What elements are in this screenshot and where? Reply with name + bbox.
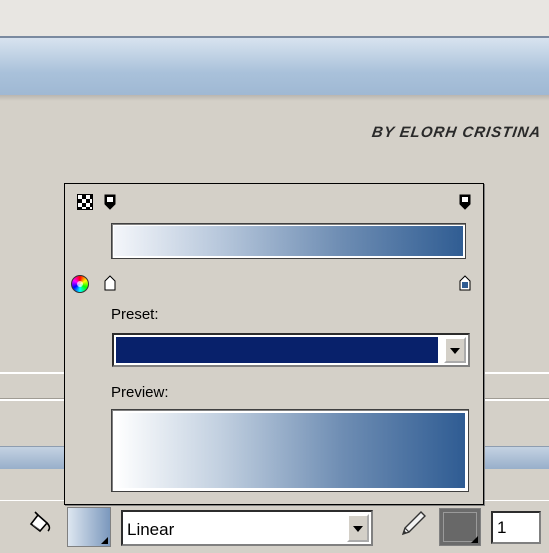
alpha-checker-icon[interactable] bbox=[77, 194, 93, 210]
stroke-color-swatch[interactable] bbox=[439, 508, 481, 546]
pencil-icon[interactable] bbox=[397, 508, 429, 540]
preset-label: Preset: bbox=[111, 306, 159, 323]
preset-swatch bbox=[116, 337, 438, 363]
gradient-editor-panel: Preset: Preview: bbox=[64, 183, 484, 505]
color-stop-right[interactable] bbox=[459, 275, 471, 291]
fill-type-value: Linear bbox=[127, 520, 175, 539]
title-banner bbox=[0, 36, 549, 97]
preview-label: Preview: bbox=[111, 384, 169, 401]
paint-bucket-icon[interactable] bbox=[26, 510, 52, 536]
opacity-stop-left[interactable] bbox=[104, 194, 116, 210]
chevron-down-icon[interactable] bbox=[347, 514, 369, 542]
opacity-stop-right[interactable] bbox=[459, 194, 471, 210]
fill-type-dropdown[interactable]: Linear bbox=[121, 510, 373, 546]
gradient-preview bbox=[111, 409, 469, 492]
stroke-width-input[interactable] bbox=[493, 513, 537, 541]
stroke-width-field[interactable] bbox=[491, 511, 541, 544]
gradient-bar[interactable] bbox=[111, 223, 466, 259]
color-stop-left[interactable] bbox=[104, 275, 116, 291]
author-credit: BY ELORH CRISTINA bbox=[370, 124, 543, 141]
banner-shadow bbox=[0, 95, 549, 101]
fill-color-swatch[interactable] bbox=[67, 507, 111, 547]
color-wheel-icon[interactable] bbox=[71, 275, 89, 293]
chevron-down-icon[interactable] bbox=[444, 337, 466, 363]
preset-dropdown[interactable] bbox=[112, 333, 470, 367]
window-background bbox=[0, 0, 549, 36]
